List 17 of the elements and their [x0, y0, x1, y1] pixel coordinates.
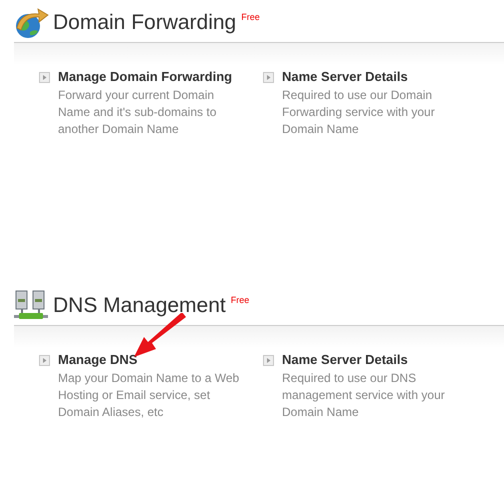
link-title[interactable]: Manage Domain Forwarding	[58, 69, 248, 84]
link-title[interactable]: Name Server Details	[282, 69, 472, 84]
globe-arrow-icon	[13, 6, 49, 40]
link-description: Required to use our Domain Forwarding service with your Domain Name	[282, 87, 436, 138]
play-icon	[39, 72, 50, 83]
link-description: Forward your current Domain Name and it's sub-domains to another Domain Name	[58, 87, 218, 138]
link-description: Required to use our DNS management service with your Domain Name	[282, 370, 446, 421]
play-icon	[263, 72, 274, 83]
section-title: DNS Management	[53, 294, 226, 318]
link-title[interactable]: Name Server Details	[282, 352, 472, 367]
play-icon	[263, 355, 274, 366]
free-label: Free	[230, 295, 250, 305]
play-icon	[39, 355, 50, 366]
link-description: Map your Domain Name to a Web Hosting or Email service, set Domain Aliases, etc	[58, 370, 240, 421]
free-label: Free	[241, 12, 260, 22]
section-title: Domain Forwarding	[53, 11, 236, 35]
link-title[interactable]: Manage DNS	[58, 352, 248, 367]
